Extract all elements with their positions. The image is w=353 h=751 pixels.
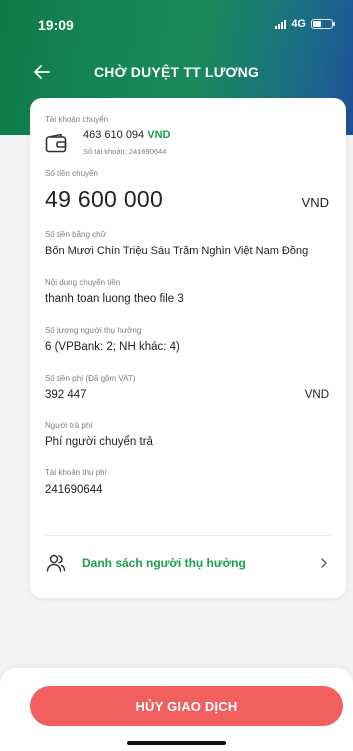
- amount-words-label: Số tiền bằng chữ: [45, 230, 106, 239]
- beneficiary-count-value: 6 (VPBank: 2; NH khác: 4): [45, 341, 180, 353]
- account-currency: VND: [147, 129, 171, 141]
- fee-currency: VND: [304, 389, 329, 401]
- footer-bar: HỦY GIAO DỊCH: [0, 668, 353, 751]
- battery-icon: [311, 19, 335, 29]
- page-title: CHỜ DUYỆT TT LƯƠNG: [93, 64, 260, 80]
- amount-label: Số tiền chuyển: [45, 169, 98, 178]
- fee-account-label: Tài khoản thu phí: [45, 468, 107, 477]
- wallet-icon: [45, 133, 67, 153]
- status-time: 19:09: [38, 17, 74, 33]
- amount-currency: VND: [301, 195, 329, 210]
- source-account-number: 463 610 094 VND: [83, 129, 170, 141]
- fee-label: Số tiền phí (Đã gồm VAT): [45, 374, 136, 383]
- cancel-transaction-button[interactable]: HỦY GIAO DỊCH: [30, 686, 343, 726]
- beneficiary-list-label: Danh sách người thụ hưởng: [82, 556, 246, 570]
- content-label: Nội dung chuyển tiền: [45, 278, 121, 287]
- fee-account-value: 241690644: [45, 484, 103, 496]
- source-account-sub: Số tài khoản: 241690644: [83, 147, 167, 156]
- beneficiary-count-label: Số lượng người thụ hưởng: [45, 326, 142, 335]
- divider: [45, 535, 331, 536]
- source-account-label: Tài khoản chuyển: [45, 115, 109, 124]
- content-value: thanh toan luong theo file 3: [45, 293, 184, 305]
- status-indicators: 4G: [275, 18, 335, 30]
- fee-payer-value: Phí người chuyển trả: [45, 436, 153, 448]
- chevron-right-icon: [321, 558, 327, 568]
- amount-words-value: Bốn Mươi Chín Triệu Sáu Trăm Nghìn Việt …: [45, 245, 309, 257]
- users-icon: [46, 554, 66, 572]
- account-number-text: 463 610 094: [83, 129, 145, 141]
- status-bar: 19:09 4G: [0, 0, 353, 44]
- amount-value: 49 600 000: [45, 186, 164, 212]
- home-indicator: [127, 741, 226, 745]
- fee-payer-label: Người trả phí: [45, 421, 93, 430]
- signal-icon: [275, 19, 287, 29]
- network-type: 4G: [291, 18, 306, 30]
- fee-value: 392 447: [45, 389, 87, 401]
- nav-bar: CHỜ DUYỆT TT LƯƠNG: [0, 52, 353, 92]
- beneficiary-list-button[interactable]: Danh sách người thụ hưởng: [45, 544, 331, 582]
- transaction-detail-card: Tài khoản chuyển 463 610 094 VND Số tài …: [30, 98, 346, 598]
